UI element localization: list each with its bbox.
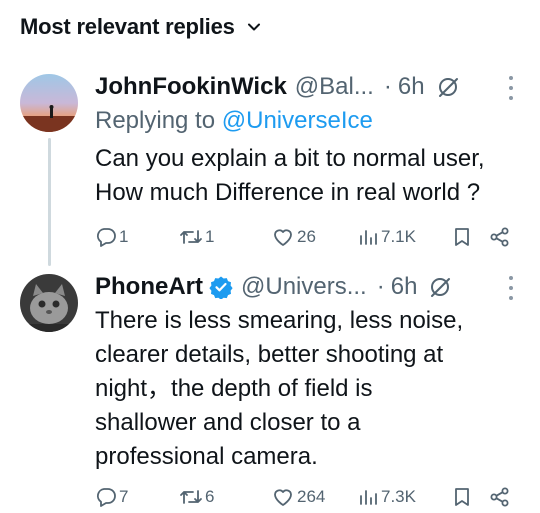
verified-badge-icon[interactable] [209,275,233,299]
reply-text-line: How much Difference in real world ? [95,179,481,206]
bookmark-button[interactable] [451,222,473,252]
heart-icon [271,486,295,508]
more-options-icon[interactable] [500,276,522,300]
author-handle[interactable]: @Univers... [241,273,367,301]
thread-line [48,138,51,266]
reply-text-line: night，the depth of field is [95,375,373,402]
author-name[interactable]: JohnFookinWick [95,73,287,101]
like-count: 26 [297,227,316,246]
reply-text: There is less smearing, less noise, clea… [95,304,522,474]
bookmark-icon [451,486,473,508]
repost-button[interactable]: 6 [179,482,214,512]
repost-count: 6 [205,487,215,506]
reply-text: Can you explain a bit to normal user, Ho… [95,142,522,210]
like-button[interactable]: 26 [271,222,316,252]
timestamp[interactable]: 6h [398,73,425,101]
reply-button[interactable]: 1 [95,222,128,252]
grok-icon[interactable] [437,76,459,98]
share-button[interactable] [489,482,511,512]
repost-count: 1 [205,227,215,246]
views-button[interactable]: 7.3K [357,482,416,512]
bookmark-icon [451,226,473,248]
reply-text-line: There is less smearing, less noise, [95,307,464,334]
share-icon [489,486,511,508]
heart-icon [271,226,295,248]
reply-text-line: professional camera. [95,443,318,470]
replies-sort-header[interactable]: Most relevant replies [20,12,263,42]
replying-prefix: Replying to [95,107,222,134]
author-handle[interactable]: @Bal... [295,73,374,101]
repost-button[interactable]: 1 [179,222,214,252]
reply-text-line: clearer details, better shooting at [95,341,444,368]
reply-text-line: shallower and closer to a [95,409,361,436]
author-name[interactable]: PhoneArt [95,273,203,301]
replying-to-link[interactable]: @UniverseIce [222,107,373,134]
author-row: JohnFookinWick @Bal... · 6h [95,70,522,104]
author-row: PhoneArt @Univers... · 6h [95,270,522,304]
views-button[interactable]: 7.1K [357,222,416,252]
reply-icon [95,226,117,248]
avatar[interactable] [20,74,78,132]
grok-icon[interactable] [429,276,451,298]
action-bar: 1 1 26 7.1K [95,222,525,252]
reply-count: 7 [119,487,129,506]
reply-content: PhoneArt @Univers... · 6h There is less … [95,270,522,474]
reply-icon [95,486,117,508]
like-count: 264 [297,487,326,506]
views-chart-icon [357,226,379,248]
action-bar: 7 6 264 7.3K [95,482,525,512]
avatar[interactable] [20,274,78,332]
share-icon [489,226,511,248]
more-options-icon[interactable] [500,76,522,100]
replies-sort-title: Most relevant replies [20,14,235,39]
reply-text-line: Can you explain a bit to normal user, [95,145,485,172]
repost-icon [179,486,203,508]
separator-dot: · [376,273,385,300]
like-button[interactable]: 264 [271,482,325,512]
views-chart-icon [357,486,379,508]
bookmark-button[interactable] [451,482,473,512]
chevron-down-icon [245,18,263,36]
separator-dot: · [383,73,392,100]
replying-to-line: Replying to @UniverseIce [95,104,522,138]
share-button[interactable] [489,222,511,252]
timestamp[interactable]: 6h [391,273,418,301]
views-count: 7.3K [381,487,416,506]
repost-icon [179,226,203,248]
views-count: 7.1K [381,227,416,246]
reply-content: JohnFookinWick @Bal... · 6h Replying to … [95,70,522,210]
reply-count: 1 [119,227,129,246]
reply-button[interactable]: 7 [95,482,128,512]
